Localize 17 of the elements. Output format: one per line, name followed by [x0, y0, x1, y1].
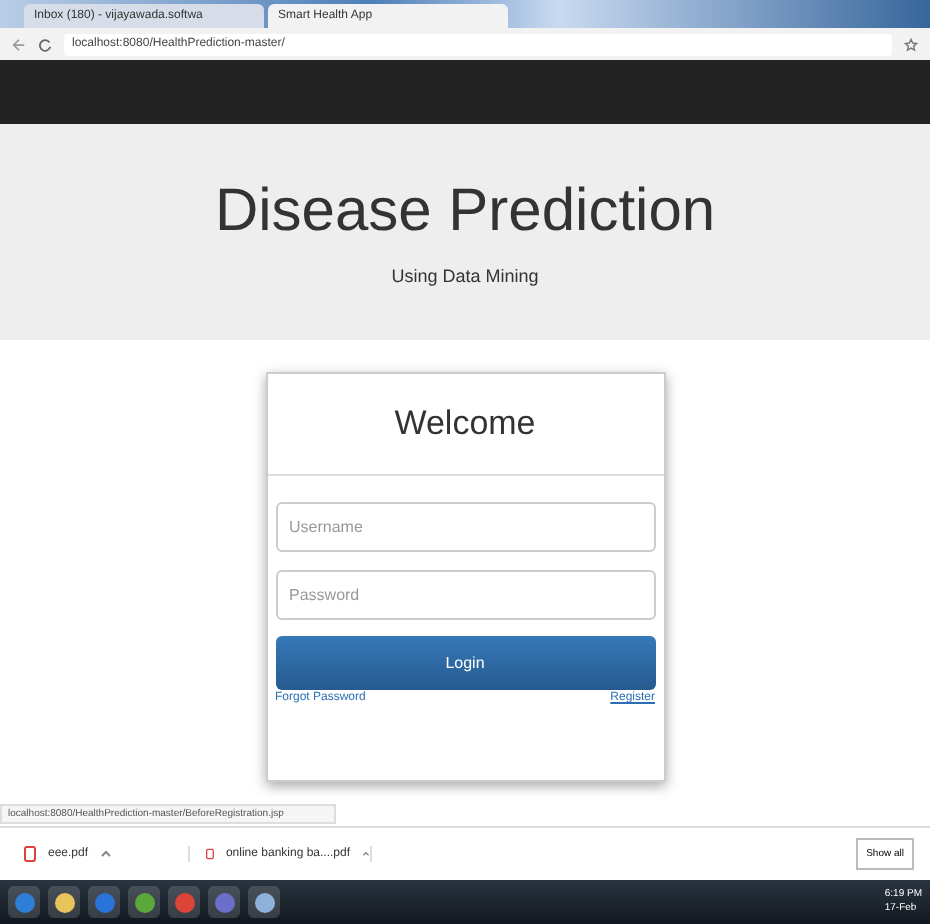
page-title: Disease Prediction [214, 178, 716, 246]
card-heading: Welcome [394, 404, 536, 444]
taskbar-app-icon[interactable] [8, 886, 40, 918]
taskbar-app-icon[interactable] [48, 886, 80, 918]
caret-icon[interactable] [362, 850, 370, 858]
pdf-file-icon [206, 846, 214, 862]
taskbar-app-icon[interactable] [128, 886, 160, 918]
taskbar-app-icon[interactable] [248, 886, 280, 918]
pdf-file-icon [24, 846, 36, 862]
caret-icon[interactable] [100, 850, 113, 858]
reload-icon[interactable] [38, 37, 52, 51]
star-icon[interactable] [904, 37, 918, 51]
login-button[interactable]: Login [275, 636, 655, 690]
back-icon[interactable] [12, 37, 26, 51]
input-field[interactable]: Password [275, 570, 655, 620]
page-subtitle: Using Data Mining [391, 266, 539, 286]
input-field[interactable]: Username [275, 502, 655, 552]
